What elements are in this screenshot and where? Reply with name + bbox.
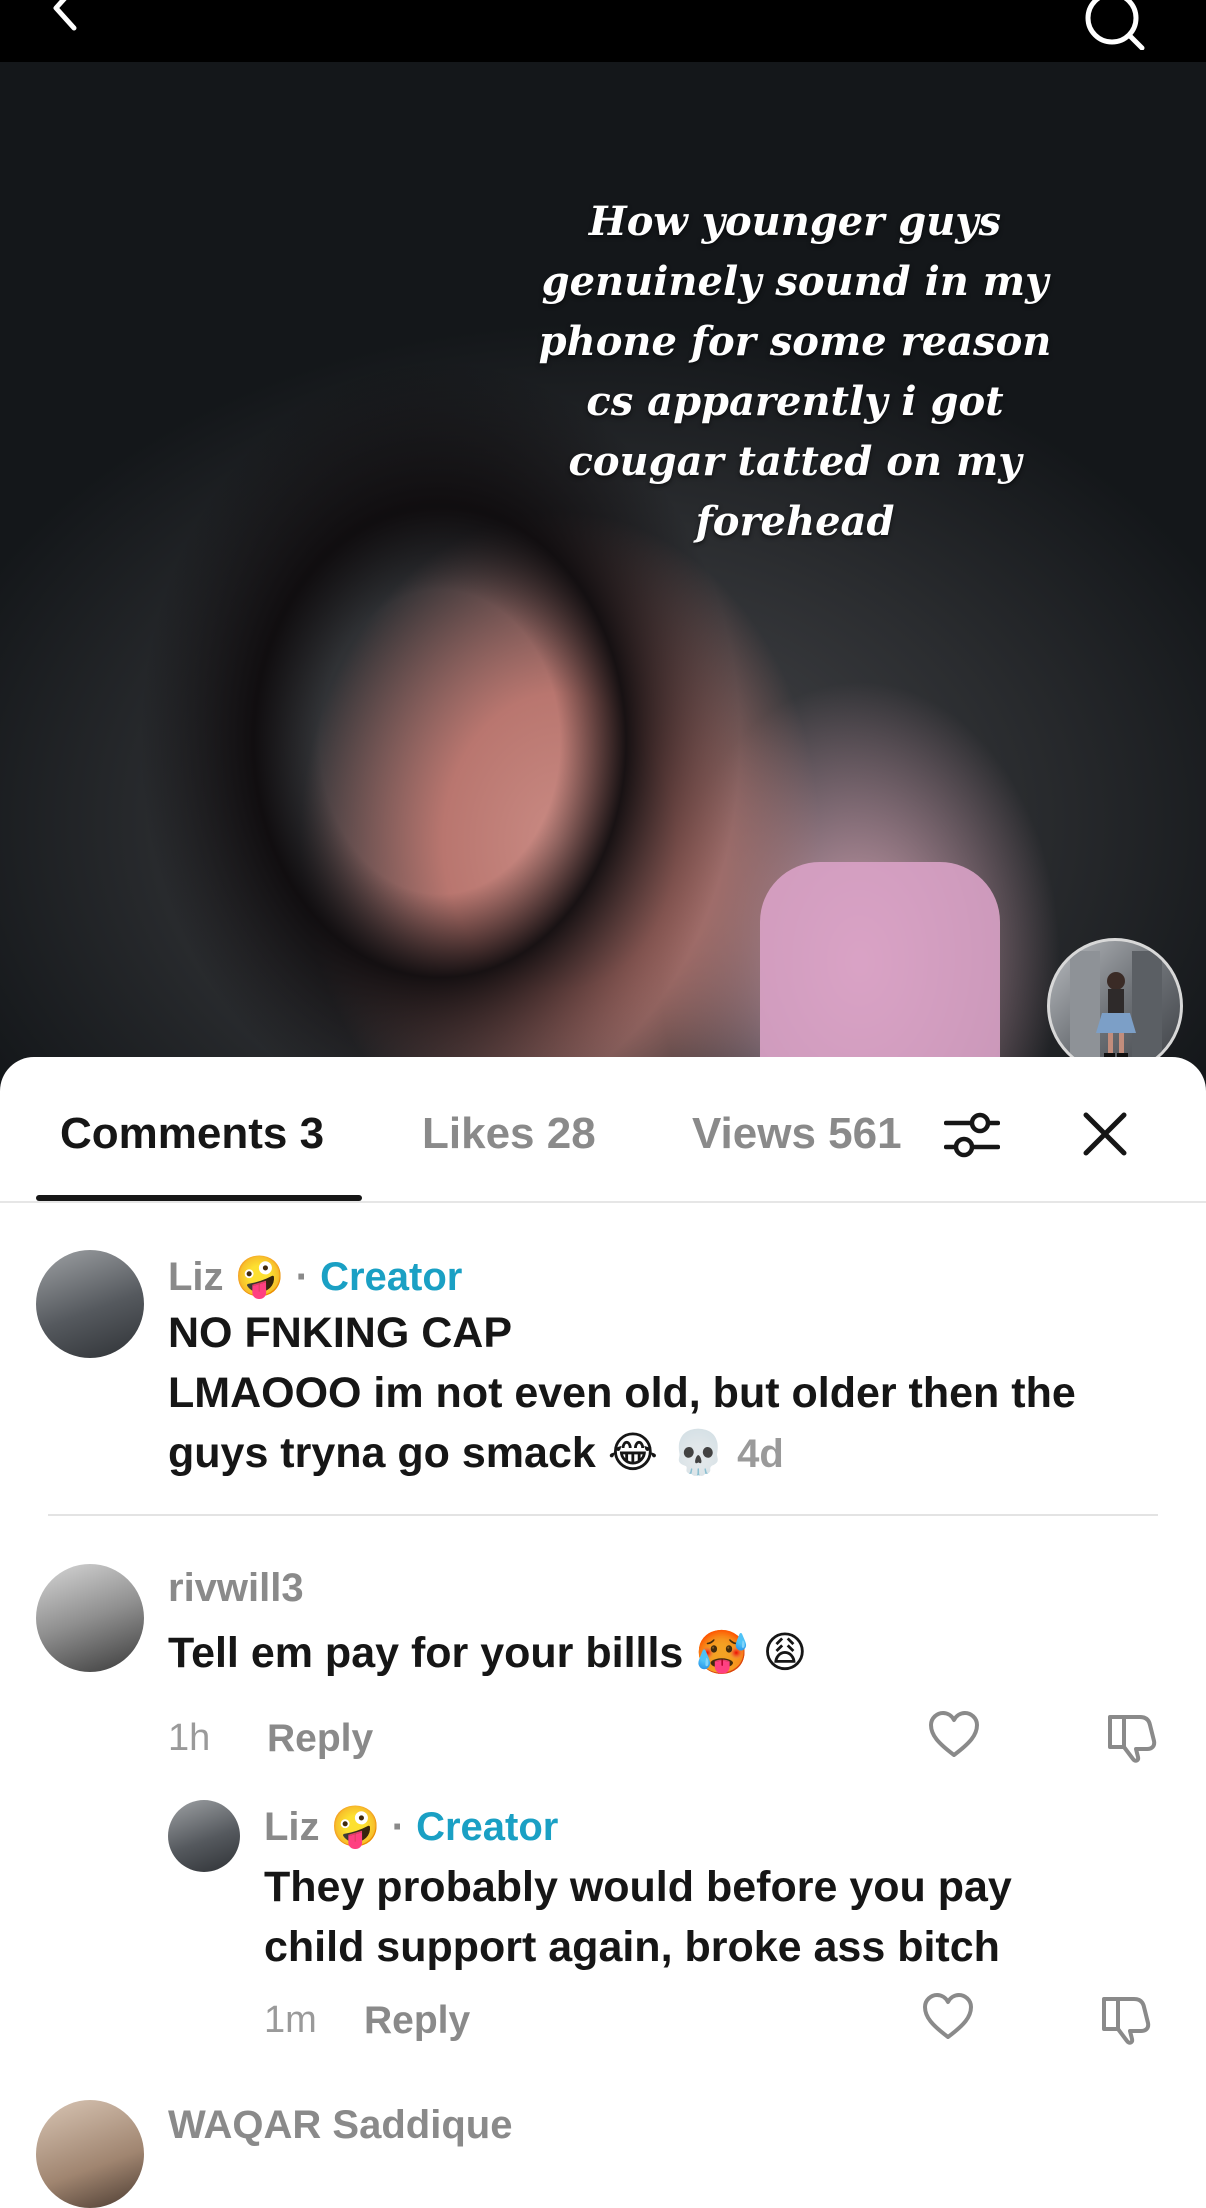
avatar[interactable] [36,2100,144,2208]
name-separator: · [391,1805,405,1849]
creator-avatar[interactable] [1047,938,1183,1074]
author-name: Liz [168,1255,224,1299]
comment-author[interactable]: rivwill3 [168,1566,304,1611]
name-separator: · [295,1255,309,1299]
tab-bar: Comments 3 Likes 28 Views 561 [0,1057,1206,1203]
comment-time: 4d [737,1432,784,1476]
tab-comments[interactable]: Comments 3 [60,1109,324,1159]
comment-emojis: 🥵 😩 [695,1628,808,1678]
thumbs-down-icon[interactable] [1106,1711,1160,1763]
comment-line: LMAOOO im not even old, but older then t… [168,1369,1076,1417]
author-emoji: 🤪 [234,1254,285,1300]
thumbs-down-icon[interactable] [1100,1993,1154,2045]
author-emoji: 🤪 [330,1804,381,1850]
comment-line: guys tryna go smack 😂 💀 4d [168,1423,784,1484]
comment-line: child support again, broke ass bitch [264,1923,1000,1971]
creator-badge: Creator [416,1805,559,1849]
reply-button[interactable]: Reply [267,1717,373,1761]
avatar[interactable] [36,1250,144,1358]
tab-views[interactable]: Views 561 [692,1109,902,1159]
video-caption-overlay: How younger guys genuinely sound in my p… [538,198,1052,545]
comment-author[interactable]: Liz 🤪 · Creator [168,1253,462,1300]
avatar[interactable] [168,1800,240,1872]
comment-emojis: 😂 💀 [607,1428,726,1478]
reply-button[interactable]: Reply [364,1999,470,2043]
comment-text: Tell em pay for your billls [168,1629,684,1677]
creator-badge: Creator [320,1255,463,1299]
comment-author[interactable]: Liz 🤪 · Creator [264,1803,558,1850]
comment-text: guys tryna go smack [168,1429,596,1477]
comment-line: They probably would before you pay [264,1863,1012,1911]
video-player[interactable]: How younger guys genuinely sound in my p… [0,62,1206,1122]
sliders-icon[interactable] [944,1107,1000,1163]
comment-time: 1m [264,1999,317,2041]
avatar-image [1070,951,1162,1061]
heart-icon[interactable] [928,1711,980,1759]
top-bar [0,0,1206,62]
heart-icon[interactable] [922,1993,974,2041]
comment-author[interactable]: WAQAR Saddique [168,2103,512,2148]
comment-time: 1h [168,1717,211,1759]
tab-active-indicator [36,1195,362,1201]
tab-likes[interactable]: Likes 28 [422,1109,596,1159]
divider [48,1514,1158,1516]
comment-line: NO FNKING CAP [168,1309,512,1357]
comments-sheet: Comments 3 Likes 28 Views 561 Liz 🤪 · Cr… [0,1057,1206,2208]
close-icon[interactable] [1082,1111,1128,1157]
search-icon[interactable] [1080,0,1150,50]
chevron-left-icon[interactable] [44,0,84,44]
author-name: Liz [264,1805,320,1849]
avatar[interactable] [36,1564,144,1672]
comment-line: Tell em pay for your billls 🥵 😩 [168,1623,807,1683]
